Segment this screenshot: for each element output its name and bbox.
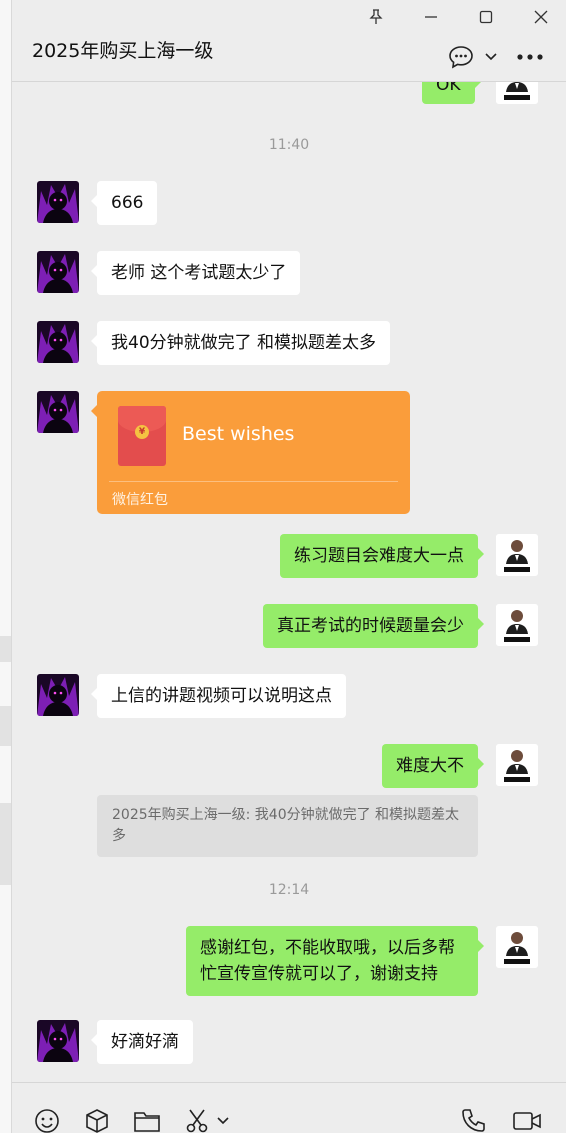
avatar-image [37,321,79,363]
message-text: OK [436,82,461,95]
avatar-image [37,391,79,433]
input-toolbar [12,1082,566,1133]
avatar-image [496,744,538,786]
red-packet-message[interactable]: ¥ Best wishes 微信红包 [91,391,410,514]
message-bubble-sent[interactable]: 难度大不 [382,744,484,788]
my-avatar[interactable] [496,534,538,576]
message-text: 666 [111,193,144,213]
message-bubble-received[interactable]: 666 [90,181,158,225]
message-bubble-received[interactable]: 老师 这个考试题太少了 [90,251,301,295]
chevron-down-icon [485,53,497,61]
emoji-icon [35,1109,59,1133]
my-avatar[interactable] [496,744,538,786]
message-bubble-sent[interactable]: 真正考试的时候题量会少 [263,604,484,648]
message-text: 好滴好滴 [111,1032,179,1052]
red-packet-label: 微信红包 [112,492,168,508]
message-bubble-sent[interactable]: 练习题目会难度大一点 [280,534,484,578]
left-panel-segment [0,706,11,746]
message-bubble-received[interactable]: 好滴好滴 [91,1020,193,1064]
minimize-button[interactable] [418,6,444,28]
contact-avatar[interactable] [37,674,79,716]
avatar-image [37,674,79,716]
contact-avatar[interactable] [37,321,79,363]
video-call-button[interactable] [512,1109,542,1133]
avatar-image [496,604,538,646]
message-text: 上信的讲题视频可以说明这点 [111,686,332,706]
folder-icon [134,1112,160,1132]
red-packet-title: Best wishes [182,423,295,445]
avatar-image [496,534,538,576]
scissors-icon [186,1109,208,1133]
avatar-image [37,1020,79,1062]
my-avatar[interactable] [496,82,538,104]
avatar-image [37,181,79,223]
more-icon [517,54,543,60]
message-text: 真正考试的时候题量会少 [277,616,464,636]
minimize-icon [425,16,437,18]
pin-button[interactable] [363,6,389,28]
file-button[interactable] [133,1109,161,1133]
chat-title: 2025年购买上海一级 [32,40,214,62]
timestamp: 12:14 [268,882,310,898]
red-packet-icon: ¥ [118,406,166,466]
message-text: 老师 这个考试题太少了 [111,263,287,283]
message-text: 练习题目会难度大一点 [294,546,464,566]
phone-icon [462,1109,485,1132]
contact-avatar[interactable] [37,1020,79,1062]
left-panel-edge [0,0,12,1133]
quoted-message[interactable]: 2025年购买上海一级: 我40分钟就做完了 和模拟题差太多 [97,795,478,857]
left-panel-segment [0,803,11,885]
message-bubble-received[interactable]: 上信的讲题视频可以说明这点 [91,674,346,718]
close-button[interactable] [528,6,554,28]
contact-avatar[interactable] [37,181,79,223]
chat-bubble-icon [449,46,473,69]
favorites-button[interactable] [84,1109,110,1133]
emoji-button[interactable] [34,1109,60,1133]
close-icon [534,10,548,24]
contact-avatar[interactable] [37,391,79,433]
left-panel-segment [0,636,11,662]
message-bubble-received[interactable]: 我40分钟就做完了 和模拟题差太多 [90,321,391,365]
voice-call-button[interactable] [460,1109,486,1133]
chat-window: 2025年购买上海一级 OK 11:40 666 老师 这个考试题太少了 我40… [0,0,566,1133]
avatar-image [37,251,79,293]
message-text: 难度大不 [396,756,464,776]
avatar-image [496,82,538,104]
pin-icon [369,9,383,24]
message-text: 感谢红包，不能收取哦，以后多帮忙宣传宣传就可以了，谢谢支持 [200,938,455,984]
screenshot-button[interactable] [184,1109,229,1133]
chevron-down-icon [217,1117,229,1125]
maximize-button[interactable] [473,6,499,28]
more-button[interactable] [517,42,543,72]
message-list[interactable]: OK 11:40 666 老师 这个考试题太少了 我40分钟就做完了 和模拟题差… [12,82,566,1082]
maximize-icon [479,10,493,24]
my-avatar[interactable] [496,926,538,968]
package-icon [86,1109,108,1133]
contact-avatar[interactable] [37,251,79,293]
my-avatar[interactable] [496,604,538,646]
video-icon [513,1112,541,1130]
timestamp: 11:40 [268,137,310,153]
avatar-image [496,926,538,968]
message-text: 我40分钟就做完了 和模拟题差太多 [111,333,377,353]
message-bubble-sent[interactable]: OK [422,82,481,104]
title-bar: 2025年购买上海一级 [12,0,566,82]
message-bubble-sent[interactable]: 感谢红包，不能收取哦，以后多帮忙宣传宣传就可以了，谢谢支持 [186,926,484,996]
divider [109,481,398,482]
chat-info-button[interactable] [448,42,498,72]
